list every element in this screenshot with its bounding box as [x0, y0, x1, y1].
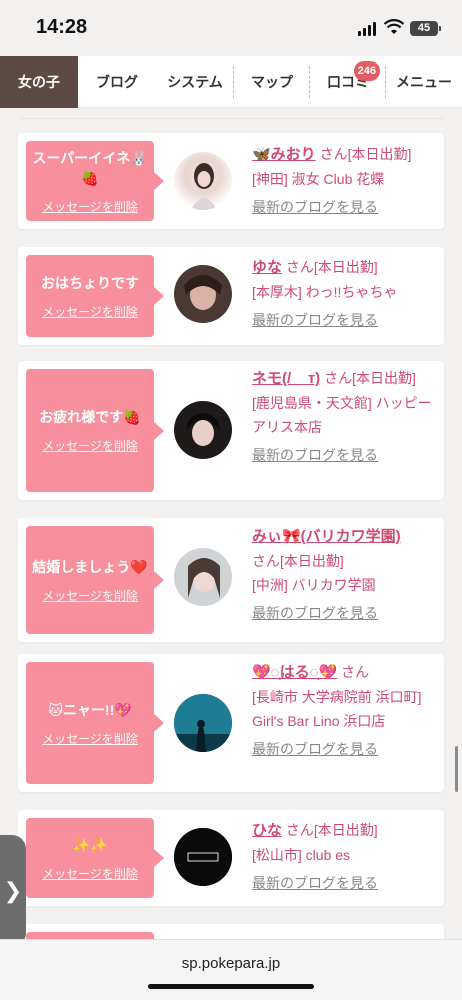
girl-name-link[interactable]: 🦋みおり — [252, 146, 316, 163]
message-text: ✨✨ — [72, 836, 108, 853]
message-card: スーパーイイネ🐰🍓 メッセージを削除 🦋みおり さん[本日出勤] [神田] 淑女… — [18, 133, 444, 229]
url-text: sp.pokepara.jp — [181, 955, 281, 972]
girl-name-link[interactable]: ひな — [252, 822, 282, 839]
girl-status: さん[本日出勤] — [285, 822, 378, 838]
message-card: 結婚しましょう❤️ メッセージを削除 みぃ🎀(バリカワ学園) さん[本日出勤] … — [18, 518, 444, 642]
girl-info: ネモ(/ _ т) さん[本日出勤] [鹿児島県・天文館] ハッピーアリス本店 … — [252, 366, 438, 467]
latest-blog-link[interactable]: 最新のブログを見る — [252, 443, 438, 467]
message-text: スーパーイイネ🐰🍓 — [32, 149, 148, 186]
girl-info: 🦋みおり さん[本日出勤] [神田] 淑女 Club 花蝶 最新のブログを見る — [252, 142, 438, 219]
message-card: お疲れ様です🍓 メッセージを削除 ネモ(/ _ т) さん[本日出勤] [鹿児島… — [18, 361, 444, 500]
status-time: 14:28 — [36, 16, 88, 38]
top-nav: 女の子 ブログ システム マップ 口コミ 246 メニュー — [0, 56, 462, 108]
shop-name[interactable]: [中洲] バリカワ学園 — [252, 577, 376, 593]
girl-name-link[interactable]: ネモ(/ _ т) — [252, 370, 320, 387]
nav-system[interactable]: システム — [156, 56, 234, 108]
browser-url-bar[interactable]: sp.pokepara.jp — [0, 939, 462, 1000]
chevron-right-icon: ❯ — [3, 878, 23, 903]
shop-name[interactable]: [長崎市 大学病院前 浜口町] Girl's Bar Lino 浜口店 — [252, 689, 422, 729]
girl-status: さん[本日出勤] — [285, 259, 378, 275]
girl-status: さん[本日出勤] — [324, 370, 416, 386]
message-bubble: 結婚しましょう❤️ メッセージを削除 — [26, 526, 164, 634]
avatar[interactable] — [174, 694, 232, 752]
shop-name[interactable]: [神田] 淑女 Club 花蝶 — [252, 171, 384, 187]
message-text: 🐱ニャー!!💖 — [48, 701, 132, 718]
avatar[interactable] — [174, 265, 232, 323]
girl-info: ゆな さん[本日出勤] [本厚木] わっ!!ちゃちゃ 最新のブログを見る — [252, 255, 438, 332]
message-bubble: おはちょりです メッセージを削除 — [26, 255, 164, 337]
avatar[interactable] — [174, 152, 232, 210]
nav-girls[interactable]: 女の子 — [0, 56, 78, 108]
shop-name[interactable]: [松山市] club es — [252, 847, 350, 863]
nav-reviews[interactable]: 口コミ 246 — [310, 56, 386, 108]
shop-name[interactable]: [本厚木] わっ!!ちゃちゃ — [252, 284, 397, 300]
message-text: お疲れ様です🍓 — [39, 409, 141, 425]
girl-name-link[interactable]: 💖◌͙はる◌͙💖 — [252, 664, 337, 681]
latest-blog-link[interactable]: 最新のブログを見る — [252, 601, 438, 625]
latest-blog-link[interactable]: 最新のブログを見る — [252, 871, 438, 895]
delete-message-link[interactable]: メッセージを削除 — [42, 587, 138, 604]
delete-message-link[interactable]: メッセージを削除 — [42, 730, 138, 747]
message-bubble: お疲れ様です🍓 メッセージを削除 — [26, 369, 164, 492]
delete-message-link[interactable]: メッセージを削除 — [42, 198, 138, 215]
shop-name[interactable]: [鹿児島県・天文館] ハッピーアリス本店 — [252, 395, 432, 435]
latest-blog-link[interactable]: 最新のブログを見る — [252, 308, 438, 332]
home-indicator — [148, 984, 314, 989]
message-list: スーパーイイネ🐰🍓 メッセージを削除 🦋みおり さん[本日出勤] [神田] 淑女… — [0, 108, 462, 1000]
message-bubble: ✨✨ メッセージを削除 — [26, 818, 164, 898]
nav-blog[interactable]: ブログ — [78, 56, 156, 108]
reviews-count-badge: 246 — [353, 61, 380, 81]
delete-message-link[interactable]: メッセージを削除 — [42, 437, 138, 454]
message-card: おはちょりです メッセージを削除 ゆな さん[本日出勤] [本厚木] わっ!!ち… — [18, 247, 444, 345]
avatar[interactable] — [174, 828, 232, 886]
delete-message-link[interactable]: メッセージを削除 — [42, 865, 138, 882]
nav-menu[interactable]: メニュー — [386, 56, 462, 108]
girl-name-link[interactable]: ゆな — [252, 259, 282, 276]
girl-info: 💖◌͙はる◌͙💖 さん [長崎市 大学病院前 浜口町] Girl's Bar L… — [252, 660, 438, 761]
scrollbar[interactable] — [455, 746, 458, 792]
message-bubble: 🐱ニャー!!💖 メッセージを削除 — [26, 662, 164, 784]
message-bubble: スーパーイイネ🐰🍓 メッセージを削除 — [26, 141, 164, 221]
status-bar: 14:28 45 — [0, 0, 462, 56]
latest-blog-link[interactable]: 最新のブログを見る — [252, 195, 438, 219]
signal-icon — [358, 22, 378, 36]
message-text: おはちょりです — [41, 274, 139, 291]
girl-status: さん[本日出勤] — [252, 553, 344, 569]
girl-info: みぃ🎀(バリカワ学園) さん[本日出勤] [中洲] バリカワ学園 最新のブログを… — [252, 524, 438, 625]
message-card: ✨✨ メッセージを削除 ひな さん[本日出勤] [松山市] club es 最新… — [18, 810, 444, 906]
girl-status: さん — [341, 664, 370, 680]
battery-icon: 45 — [410, 21, 441, 36]
divider — [20, 118, 444, 119]
nav-map[interactable]: マップ — [234, 56, 310, 108]
wifi-icon — [384, 19, 404, 34]
girl-status: さん[本日出勤] — [319, 146, 412, 162]
side-drawer-tab[interactable]: ❯ — [0, 835, 26, 947]
avatar[interactable] — [174, 401, 232, 459]
avatar[interactable] — [174, 548, 232, 606]
message-card: 🐱ニャー!!💖 メッセージを削除 💖◌͙はる◌͙💖 さん [長崎市 大学病院前 … — [18, 654, 444, 792]
delete-message-link[interactable]: メッセージを削除 — [42, 303, 138, 320]
girl-name-link[interactable]: みぃ🎀(バリカワ学園) — [252, 528, 401, 545]
latest-blog-link[interactable]: 最新のブログを見る — [252, 737, 438, 761]
message-text: 結婚しましょう❤️ — [32, 558, 148, 575]
girl-info: ひな さん[本日出勤] [松山市] club es 最新のブログを見る — [252, 818, 438, 895]
